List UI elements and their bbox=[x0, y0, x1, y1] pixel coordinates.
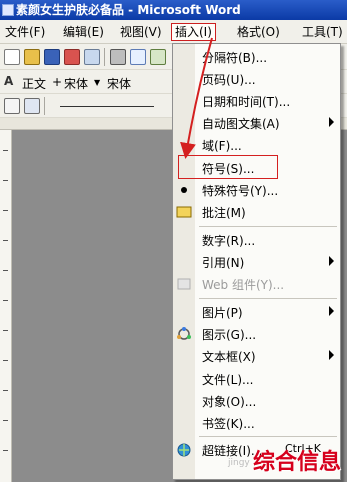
annotation-arrow bbox=[180, 37, 213, 159]
watermark-small: jingy bbox=[228, 458, 250, 468]
watermark-text: 综合信息 bbox=[252, 450, 341, 475]
